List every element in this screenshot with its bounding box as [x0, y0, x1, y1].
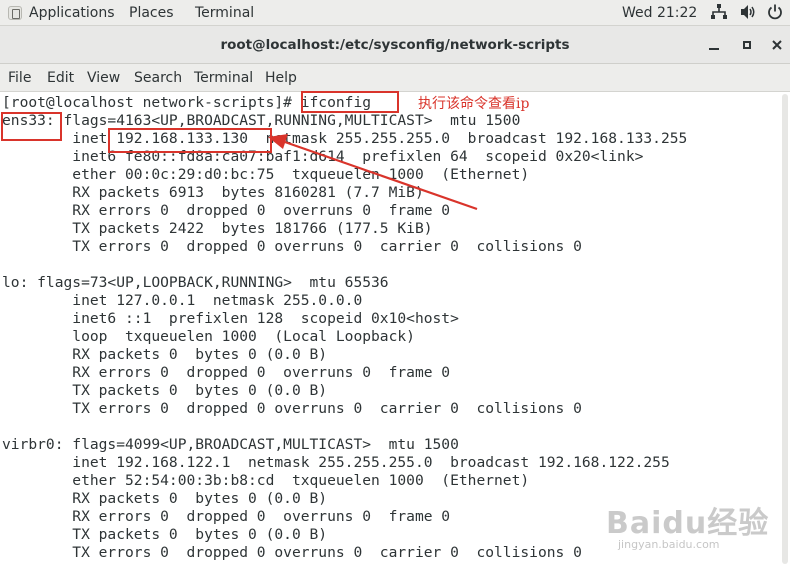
watermark-url: jingyan.baidu.com — [618, 538, 720, 551]
menu-help[interactable]: Help — [265, 70, 297, 86]
terminal-line: TX packets 0 bytes 0 (0.0 B) — [2, 382, 328, 399]
applications-menu[interactable]: Applications — [8, 4, 115, 22]
terminal-line: TX packets 0 bytes 0 (0.0 B) — [2, 526, 328, 543]
applications-label: Applications — [29, 5, 115, 21]
terminal-line: inet 192.168.122.1 netmask 255.255.255.0… — [2, 454, 670, 471]
terminal-line: TX packets 2422 bytes 181766 (177.5 KiB) — [2, 220, 433, 237]
annotation-note: 执行该命令查看ip — [418, 96, 530, 112]
terminal-line: RX packets 0 bytes 0 (0.0 B) — [2, 346, 328, 363]
window-title: root@localhost:/etc/sysconfig/network-sc… — [220, 37, 570, 53]
annotation-box-interface — [1, 112, 62, 141]
terminal-line: loop txqueuelen 1000 (Local Loopback) — [2, 328, 415, 345]
close-icon[interactable] — [767, 35, 787, 55]
terminal-line: ether 52:54:00:3b:b8:cd txqueuelen 1000 … — [2, 472, 530, 489]
power-icon[interactable] — [766, 3, 784, 21]
terminal-line: lo: flags=73<UP,LOOPBACK,RUNNING> mtu 65… — [2, 274, 389, 291]
terminal-line: RX errors 0 dropped 0 overruns 0 frame 0 — [2, 364, 451, 381]
terminal-line: TX errors 0 dropped 0 overruns 0 carrier… — [2, 238, 582, 255]
terminal-line: ether 00:0c:29:d0:bc:75 txqueuelen 1000 … — [2, 166, 530, 183]
gnome-top-bar: Applications Places Terminal Wed 21:22 — [0, 0, 790, 26]
places-menu[interactable]: Places — [129, 4, 174, 22]
terminal-line: RX packets 6913 bytes 8160281 (7.7 MiB) — [2, 184, 424, 201]
terminal-line: TX errors 0 dropped 0 overruns 0 carrier… — [2, 400, 582, 417]
terminal-line: RX errors 0 dropped 0 overruns 0 frame 0 — [2, 202, 451, 219]
menu-terminal[interactable]: Terminal — [194, 70, 253, 86]
terminal-line: inet 192.168.133.130 netmask 255.255.255… — [2, 130, 688, 147]
terminal-line: inet6 ::1 prefixlen 128 scopeid 0x10<hos… — [2, 310, 459, 327]
watermark-brand: Baidu经验 — [606, 506, 770, 541]
terminal-line: inet6 fe80::fd8a:ca07:baf1:d614 prefixle… — [2, 148, 644, 165]
terminal-line: TX errors 0 dropped 0 overruns 0 carrier… — [2, 544, 582, 561]
menu-view[interactable]: View — [87, 70, 120, 86]
terminal-app-menu[interactable]: Terminal — [195, 4, 254, 22]
terminal-scrollbar[interactable] — [782, 94, 788, 564]
apps-icon — [8, 6, 22, 20]
menu-file[interactable]: File — [8, 70, 31, 86]
volume-icon[interactable] — [739, 3, 757, 21]
annotation-box-ip — [108, 128, 272, 153]
menu-search[interactable]: Search — [134, 70, 182, 86]
window-titlebar[interactable]: root@localhost:/etc/sysconfig/network-sc… — [0, 26, 790, 64]
terminal-line: RX errors 0 dropped 0 overruns 0 frame 0 — [2, 508, 451, 525]
clock[interactable]: Wed 21:22 — [622, 4, 697, 22]
terminal-line: virbr0: flags=4099<UP,BROADCAST,MULTICAS… — [2, 436, 459, 453]
terminal-menubar: File Edit View Search Terminal Help — [0, 64, 790, 92]
network-icon[interactable] — [710, 3, 728, 21]
menu-edit[interactable]: Edit — [47, 70, 74, 86]
terminal-line: RX packets 0 bytes 0 (0.0 B) — [2, 490, 328, 507]
maximize-icon[interactable] — [737, 35, 757, 55]
terminal-line: inet 127.0.0.1 netmask 255.0.0.0 — [2, 292, 363, 309]
annotation-box-command — [301, 91, 399, 113]
baidu-watermark: Baidu经验 jingyan.baidu.com — [606, 494, 776, 554]
minimize-icon[interactable] — [704, 35, 724, 55]
